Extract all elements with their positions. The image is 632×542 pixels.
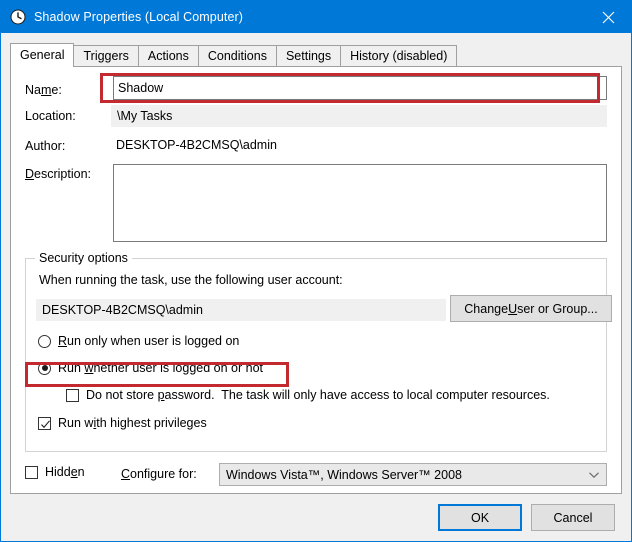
author-value: DESKTOP-4B2CMSQ\admin xyxy=(116,138,277,152)
security-options-label: Security options xyxy=(35,251,132,265)
tab-actions[interactable]: Actions xyxy=(137,45,199,66)
ok-button[interactable]: OK xyxy=(438,504,522,531)
checkbox-hidden[interactable]: Hidden xyxy=(25,465,85,479)
task-scheduler-clock-icon xyxy=(10,9,26,25)
author-row: Author: xyxy=(25,139,113,153)
tab-strip: General Triggers Actions Conditions Sett… xyxy=(10,43,622,67)
account-prompt: When running the task, use the following… xyxy=(39,273,343,287)
user-account-value: DESKTOP-4B2CMSQ\admin xyxy=(36,299,446,321)
tab-general[interactable]: General xyxy=(10,43,75,67)
dialog-footer: OK Cancel xyxy=(1,494,631,541)
description-textarea[interactable] xyxy=(113,164,607,242)
radio-run-whether-logged-on-or-not[interactable]: Run whether user is logged on or not xyxy=(38,361,263,375)
name-row: Name: xyxy=(25,79,113,97)
location-value: \My Tasks xyxy=(111,105,607,127)
configure-for-label: Configure for: xyxy=(121,467,197,481)
radio-logged-on-indicator xyxy=(38,334,51,348)
hidden-label: Hidden xyxy=(45,465,85,479)
highest-privileges-label: Run with highest privileges xyxy=(58,416,207,430)
tab-history[interactable]: History (disabled) xyxy=(340,45,458,66)
description-row: Description: xyxy=(25,167,113,181)
tab-conditions[interactable]: Conditions xyxy=(197,45,277,66)
title-bar: Shadow Properties (Local Computer) xyxy=(1,1,631,33)
hidden-checkbox-indicator xyxy=(25,465,38,479)
author-label: Author: xyxy=(25,139,66,153)
name-label: Name: xyxy=(25,83,62,97)
highest-privileges-checkbox-indicator xyxy=(38,416,51,430)
radio-run-only-when-logged-on[interactable]: Run only when user is logged on xyxy=(38,334,239,348)
do-not-store-password-label: Do not store password. The task will onl… xyxy=(86,388,550,402)
do-not-store-password-checkbox-indicator xyxy=(66,388,79,402)
cancel-button[interactable]: Cancel xyxy=(531,504,615,531)
chevron-down-icon xyxy=(582,471,606,479)
radio-whether-logged-on-label: Run whether user is logged on or not xyxy=(58,361,263,375)
tab-settings[interactable]: Settings xyxy=(275,45,342,66)
change-user-or-group-button[interactable]: Change User or Group... xyxy=(450,295,612,322)
general-tab-page: Name: Location: \My Tasks Author: DESKTO… xyxy=(10,66,622,494)
window-title: Shadow Properties (Local Computer) xyxy=(34,10,244,24)
security-options-group: Security options When running the task, … xyxy=(25,251,612,452)
location-label: Location: xyxy=(25,109,76,123)
name-input[interactable] xyxy=(113,76,607,100)
task-properties-dialog: Shadow Properties (Local Computer) Gener… xyxy=(0,0,632,542)
checkbox-run-with-highest-privileges[interactable]: Run with highest privileges xyxy=(38,416,207,430)
radio-whether-logged-on-indicator xyxy=(38,361,51,375)
location-row: Location: xyxy=(25,109,113,123)
configure-for-dropdown[interactable]: Windows Vista™, Windows Server™ 2008 xyxy=(219,463,607,486)
description-label: Description: xyxy=(25,167,92,181)
checkbox-do-not-store-password[interactable]: Do not store password. The task will onl… xyxy=(66,388,550,402)
dialog-client-area: General Triggers Actions Conditions Sett… xyxy=(1,33,631,541)
configure-for-value: Windows Vista™, Windows Server™ 2008 xyxy=(226,467,462,482)
close-icon[interactable] xyxy=(586,2,631,33)
radio-logged-on-label: Run only when user is logged on xyxy=(58,334,240,348)
tab-triggers[interactable]: Triggers xyxy=(73,45,139,66)
